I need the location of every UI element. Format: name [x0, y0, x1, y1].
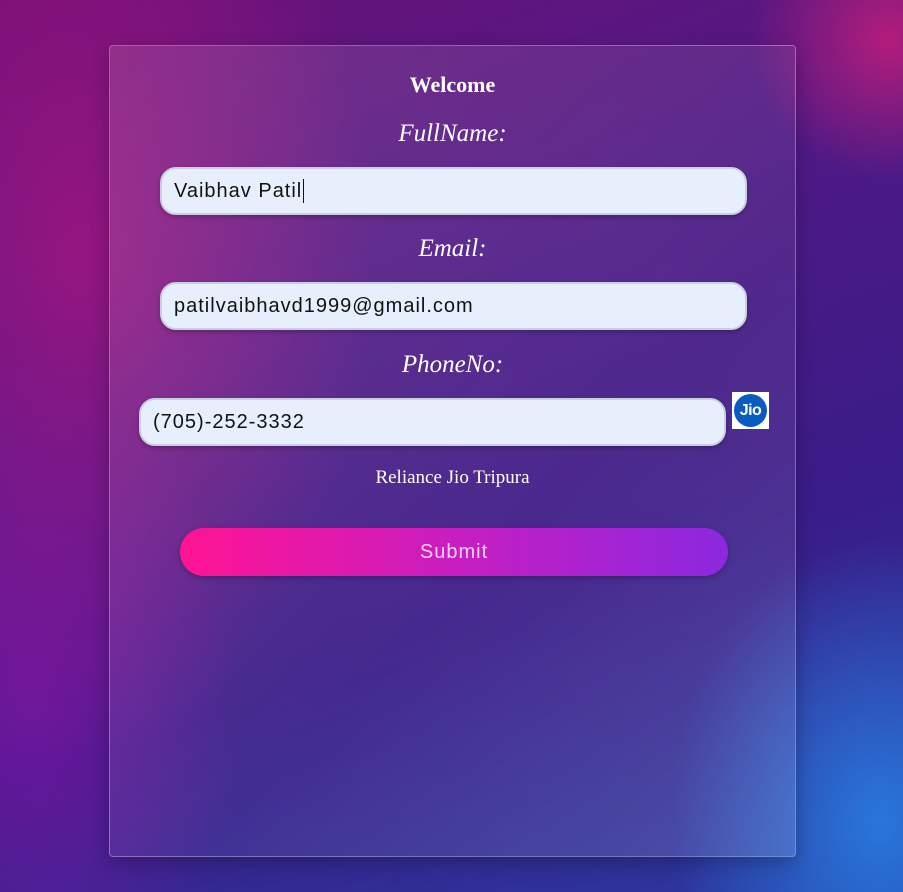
welcome-form-card: Welcome FullName: Vaibhav Patil Email: p…	[109, 45, 796, 857]
form-title: Welcome	[409, 72, 496, 97]
fullname-label: FullName:	[398, 120, 507, 147]
phone-input-value: (705)-252-3332	[153, 410, 305, 433]
submit-button[interactable]: Submit	[180, 528, 728, 576]
carrier-info: Reliance Jio Tripura	[375, 467, 530, 488]
phone-input[interactable]: (705)-252-3332	[139, 398, 726, 446]
text-caret	[303, 179, 305, 203]
jio-logo-mark: Jio	[734, 394, 767, 427]
jio-logo-icon: Jio	[732, 392, 769, 429]
email-input-value: patilvaibhavd1999@gmail.com	[174, 294, 474, 317]
email-label: Email:	[418, 235, 487, 262]
fullname-input-value: Vaibhav Patil	[174, 179, 303, 202]
email-input[interactable]: patilvaibhavd1999@gmail.com	[160, 282, 747, 330]
phone-label: PhoneNo:	[401, 351, 504, 378]
fullname-input[interactable]: Vaibhav Patil	[160, 167, 747, 215]
submit-button-label: Submit	[419, 540, 489, 563]
